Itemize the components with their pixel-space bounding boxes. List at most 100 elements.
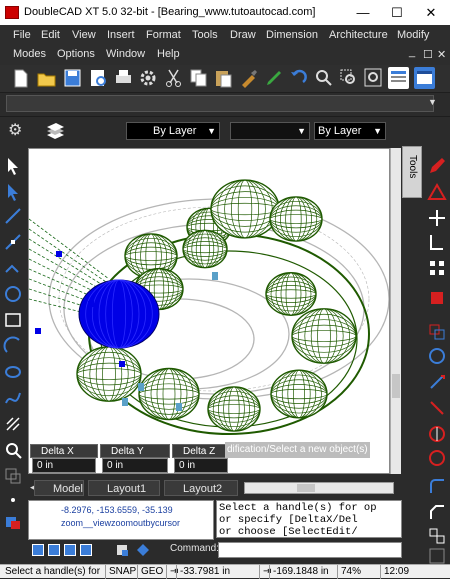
maximize-button[interactable]: ☐: [380, 0, 414, 25]
polyline-tool-icon[interactable]: [3, 232, 23, 252]
tools-panel-tab[interactable]: Tools: [402, 146, 422, 198]
menu-architecture[interactable]: Architecture: [329, 29, 388, 41]
move-icon[interactable]: [427, 208, 447, 228]
explode-icon[interactable]: [427, 526, 447, 546]
history-line: -8.2976, -153.6559, -35.139: [61, 505, 173, 515]
menu-dimension[interactable]: Dimension: [266, 29, 318, 41]
delta-y-input[interactable]: 0 in: [102, 458, 168, 473]
horizontal-scrollbar[interactable]: [244, 482, 394, 494]
extend-icon[interactable]: [427, 448, 447, 468]
tab-model[interactable]: Model: [34, 480, 84, 496]
menu-file[interactable]: File: [13, 29, 31, 41]
close-button[interactable]: ✕: [414, 0, 448, 25]
select-arrow-icon[interactable]: [3, 156, 23, 176]
layers-panel-icon[interactable]: [414, 67, 435, 89]
copy-tool-icon[interactable]: [427, 322, 447, 342]
arc-tool-icon[interactable]: [3, 336, 23, 356]
delta-x-label: Delta X: [30, 444, 98, 458]
print-preview-icon[interactable]: [88, 67, 109, 89]
nav-prev-icon[interactable]: [48, 544, 60, 556]
mdi-minimize-button[interactable]: _: [409, 46, 415, 58]
menu-tools[interactable]: Tools: [192, 29, 218, 41]
status-message: Select a handle(s) for: [5, 566, 101, 577]
trim-icon[interactable]: [427, 424, 447, 444]
multiline-tool-icon[interactable]: [3, 258, 23, 278]
nav-first-icon[interactable]: [32, 544, 44, 556]
mirror-icon[interactable]: [427, 288, 447, 308]
menu-window[interactable]: Window: [106, 48, 145, 60]
layer-manager-icon[interactable]: [44, 121, 66, 141]
menu-modify[interactable]: Modify: [397, 29, 429, 41]
menu-draw[interactable]: Draw: [230, 29, 256, 41]
linetype-combo[interactable]: By Layer ▼: [314, 122, 386, 140]
geo-toggle[interactable]: GEO: [137, 565, 163, 579]
tab-layout1[interactable]: Layout1: [88, 480, 160, 496]
menu-options[interactable]: Options: [57, 48, 95, 60]
toolbar-dropdown[interactable]: [6, 95, 434, 112]
text-tool-icon[interactable]: [3, 440, 23, 460]
cut-icon[interactable]: [163, 67, 184, 89]
ellipse-tool-icon[interactable]: [3, 362, 23, 382]
vertical-scrollbar[interactable]: [390, 148, 401, 474]
delta-z-input[interactable]: 0 in: [174, 458, 228, 473]
menu-view[interactable]: View: [72, 29, 96, 41]
properties-panel-icon[interactable]: [388, 67, 409, 89]
scroll-thumb[interactable]: [392, 374, 400, 398]
delete-icon[interactable]: [427, 182, 447, 202]
snap-toggle[interactable]: SNAP: [105, 565, 136, 579]
menu-insert[interactable]: Insert: [107, 29, 135, 41]
fillet-icon[interactable]: [427, 476, 447, 496]
paste-icon[interactable]: [213, 67, 234, 89]
menu-modes[interactable]: Modes: [13, 48, 46, 60]
hscroll-thumb[interactable]: [297, 484, 315, 492]
minimize-button[interactable]: —: [346, 0, 380, 25]
snap-point-icon[interactable]: [3, 490, 23, 510]
layer-color-icon[interactable]: [3, 512, 23, 532]
save-icon[interactable]: [62, 67, 83, 89]
hatch-tool-icon[interactable]: [3, 414, 23, 434]
zoom-window-icon[interactable]: [338, 67, 359, 89]
menu-format[interactable]: Format: [146, 29, 181, 41]
undo-icon[interactable]: [288, 67, 309, 89]
app-icon[interactable]: [5, 6, 19, 19]
print-icon[interactable]: [113, 67, 134, 89]
settings-gear-icon[interactable]: ⚙: [8, 122, 28, 140]
print-mini-icon[interactable]: [116, 543, 130, 557]
command-input[interactable]: [218, 542, 402, 558]
spline-tool-icon[interactable]: [3, 388, 23, 408]
stretch-icon[interactable]: [427, 546, 447, 566]
modify-pencil-icon[interactable]: [427, 156, 447, 176]
mdi-close-button[interactable]: ✕: [437, 48, 446, 61]
new-file-icon[interactable]: [10, 67, 31, 89]
snap-mode-icon[interactable]: [136, 543, 150, 557]
layer-combo[interactable]: By Layer ▼: [126, 122, 220, 140]
zoom-dynamic-icon[interactable]: [313, 67, 334, 89]
chevron-down-icon[interactable]: ▼: [428, 97, 437, 107]
mdi-restore-button[interactable]: ☐: [423, 48, 433, 61]
circle-edit-icon[interactable]: [427, 346, 447, 366]
circle-tool-icon[interactable]: [3, 284, 23, 304]
rectangle-tool-icon[interactable]: [3, 310, 23, 330]
nav-next-icon[interactable]: [64, 544, 76, 556]
block-tool-icon[interactable]: [3, 466, 23, 486]
zoom-extents-icon[interactable]: [363, 67, 384, 89]
offset-icon[interactable]: [427, 232, 447, 252]
drawing-canvas[interactable]: [28, 148, 390, 474]
menu-edit[interactable]: Edit: [41, 29, 60, 41]
match-properties-icon[interactable]: [238, 67, 259, 89]
select-edit-icon[interactable]: [3, 182, 23, 202]
line-tool-icon[interactable]: [3, 206, 23, 226]
copy-icon[interactable]: [188, 67, 209, 89]
nav-last-icon[interactable]: [80, 544, 92, 556]
menu-help[interactable]: Help: [157, 48, 180, 60]
open-folder-icon[interactable]: [36, 67, 57, 89]
array-icon[interactable]: [427, 258, 447, 278]
settings-gear-icon[interactable]: [138, 67, 159, 89]
chamfer-icon[interactable]: [427, 502, 447, 522]
color-combo[interactable]: ▼: [230, 122, 310, 140]
pen-icon[interactable]: [263, 67, 284, 89]
scale-icon[interactable]: [427, 398, 447, 418]
rotate-icon[interactable]: [427, 372, 447, 392]
delta-x-input[interactable]: 0 in: [32, 458, 96, 473]
tab-layout2[interactable]: Layout2: [164, 480, 238, 496]
